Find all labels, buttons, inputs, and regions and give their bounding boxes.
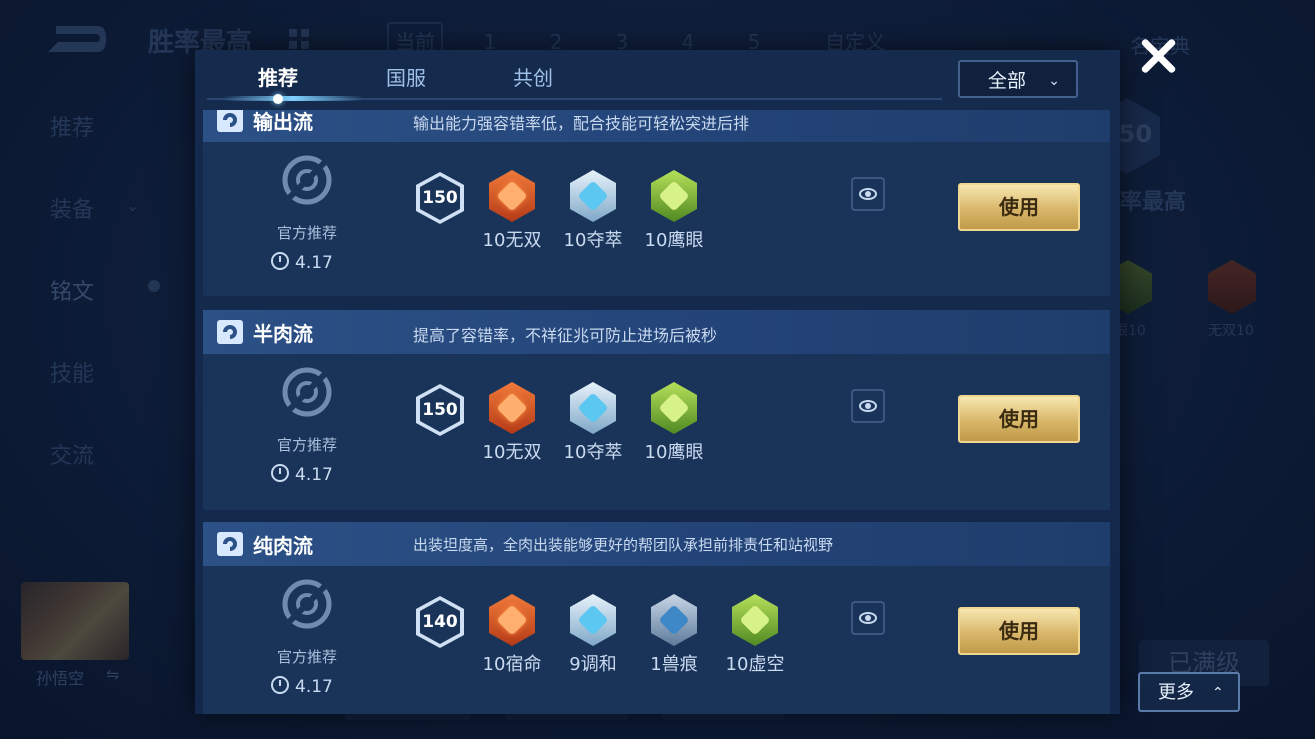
rune-yingyan-icon: [651, 382, 697, 434]
source-label: 官方推荐: [277, 648, 338, 666]
rune-label: 10鹰眼: [644, 442, 704, 463]
build-card-header: 输出流 输出能力强容错率低，配合技能可轻松突进后排: [203, 110, 1110, 142]
hero-avatar[interactable]: [21, 582, 129, 660]
source-label: 官方推荐: [277, 224, 338, 242]
rune-duocui-icon: [570, 382, 616, 434]
rune-label: 10鹰眼: [644, 230, 704, 251]
official-source-icon: [282, 367, 332, 417]
official-source-icon: [282, 579, 332, 629]
grid-icon[interactable]: [289, 29, 309, 49]
use-button[interactable]: 使用: [958, 183, 1080, 231]
rune-wushuang-icon: [489, 382, 535, 434]
rune-suming-icon: [489, 594, 535, 646]
swap-icon[interactable]: ⇋: [106, 665, 119, 684]
rune-label: 10无双: [482, 230, 542, 251]
date-text: 4.17: [295, 465, 333, 485]
swirl-icon: [217, 320, 243, 344]
build-card: 输出流 输出能力强容错率低，配合技能可轻松突进后排 官方推荐 4.17 150 …: [203, 110, 1110, 296]
clock-icon: [271, 676, 289, 694]
filter-dropdown[interactable]: 全部 ⌄: [958, 60, 1078, 98]
preview-eye-button[interactable]: [851, 601, 885, 635]
rune-yingyan-icon: [651, 170, 697, 222]
build-description: 输出能力强容错率低，配合技能可轻松突进后排: [413, 114, 750, 133]
rune-red-icon: [1208, 260, 1256, 314]
filter-label: 全部: [988, 70, 1027, 92]
build-list[interactable]: 输出流 输出能力强容错率低，配合技能可轻松突进后排 官方推荐 4.17 150 …: [203, 110, 1110, 714]
update-date: 4.17: [271, 676, 333, 697]
official-source-icon: [282, 155, 332, 205]
chevron-down-icon: ⌄: [1048, 73, 1060, 89]
back-arrow-icon[interactable]: [42, 22, 108, 56]
build-card: 纯肉流 出装坦度高，全肉出装能够更好的帮团队承担前排责任和站视野 官方推荐 4.…: [203, 522, 1110, 714]
swirl-icon: [217, 110, 243, 132]
build-card-header: 纯肉流 出装坦度高，全肉出装能够更好的帮团队承担前排责任和站视野: [203, 522, 1110, 566]
date-text: 4.17: [295, 677, 333, 697]
tab-national-server[interactable]: 国服: [361, 60, 451, 96]
use-button[interactable]: 使用: [958, 607, 1080, 655]
sidebar-item-skills[interactable]: 技能: [50, 356, 94, 388]
clock-icon: [271, 252, 289, 270]
rune-label: 10宿命: [482, 654, 542, 675]
build-card-header: 半肉流 提高了容错率，不祥征兆可防止进场后被秒: [203, 310, 1110, 354]
date-text: 4.17: [295, 253, 333, 273]
build-name: 纯肉流: [253, 534, 313, 558]
swirl-icon: [217, 532, 243, 556]
rune-xukong-icon: [732, 594, 778, 646]
build-description: 提高了容错率，不祥征兆可防止进场后被秒: [413, 326, 718, 345]
tab-recommend[interactable]: 推荐: [233, 60, 323, 96]
hero-name: 孙悟空: [36, 669, 85, 688]
rune-label: 9调和: [569, 654, 617, 675]
build-name: 输出流: [253, 110, 313, 134]
preview-eye-button[interactable]: [851, 389, 885, 423]
build-description: 出装坦度高，全肉出装能够更好的帮团队承担前排责任和站视野: [413, 536, 834, 554]
rune-label: 10无双: [482, 442, 542, 463]
update-date: 4.17: [271, 464, 333, 485]
right-rune-label-2: 无双10: [1208, 323, 1254, 339]
rune-label: 10虚空: [725, 654, 785, 675]
close-icon[interactable]: [1138, 36, 1178, 76]
rune-label: 10夺萃: [563, 230, 623, 251]
tab-active-indicator: [223, 96, 363, 101]
rune-shouhen-icon: [651, 594, 697, 646]
use-button[interactable]: 使用: [958, 395, 1080, 443]
rune-tiaohe-icon: [570, 594, 616, 646]
build-card: 半肉流 提高了容错率，不祥征兆可防止进场后被秒 官方推荐 4.17 150 10…: [203, 310, 1110, 510]
update-date: 4.17: [271, 252, 333, 273]
rune-label: 1兽痕: [650, 654, 698, 675]
sidebar-item-runes[interactable]: 铭文: [50, 274, 94, 306]
active-indicator-icon: [148, 280, 160, 292]
more-button[interactable]: 更多 ⌃: [1138, 672, 1240, 712]
panel-tabs: 推荐 国服 共创 全部 ⌄: [195, 50, 1120, 110]
tab-co-create[interactable]: 共创: [488, 60, 578, 96]
preview-eye-button[interactable]: [851, 177, 885, 211]
build-name: 半肉流: [253, 322, 313, 346]
build-recommend-panel: 推荐 国服 共创 全部 ⌄ 输出流 输出能力强容错率低，配合技能可轻松突进后排: [195, 50, 1120, 714]
chevron-down-icon: ⌄: [126, 196, 140, 215]
rune-label: 10夺萃: [563, 442, 623, 463]
sidebar-item-recommend[interactable]: 推荐: [50, 110, 94, 142]
tab-indicator-dot-icon: [273, 94, 283, 104]
chevron-up-icon: ⌃: [1212, 685, 1224, 701]
rune-duocui-icon: [570, 170, 616, 222]
source-label: 官方推荐: [277, 436, 338, 454]
sidebar-item-chat[interactable]: 交流: [50, 438, 94, 470]
clock-icon: [271, 464, 289, 482]
more-label: 更多: [1158, 682, 1194, 703]
rune-wushuang-icon: [489, 170, 535, 222]
sidebar-item-equipment[interactable]: 装备: [50, 192, 94, 224]
